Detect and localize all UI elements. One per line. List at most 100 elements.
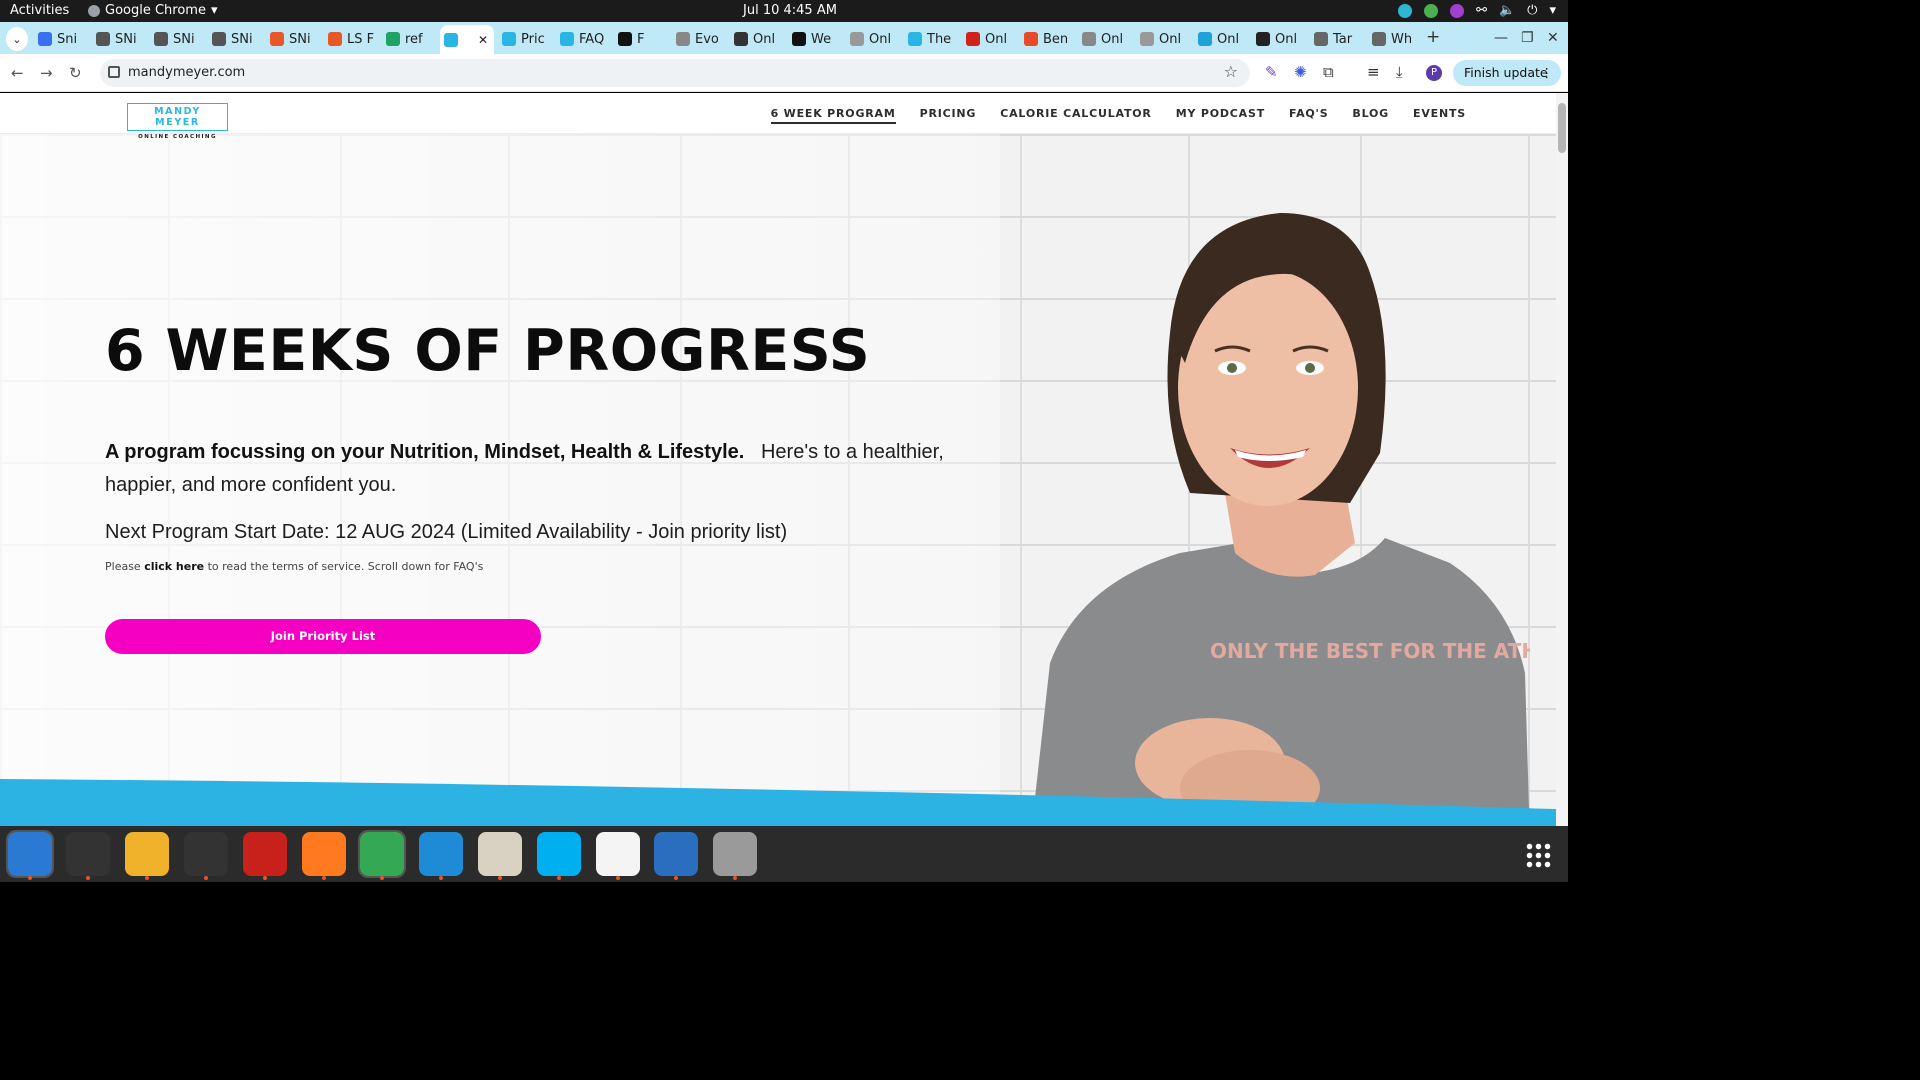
browser-tab[interactable]: SNi	[92, 27, 142, 51]
system-tray[interactable]: ⚯ 🔈 ⏻ ▾	[1398, 3, 1556, 18]
pen-extension-icon[interactable]: ✎	[1265, 63, 1278, 81]
app-menu[interactable]: Google Chrome ▾	[88, 3, 218, 18]
tray-extension-icon[interactable]	[1450, 3, 1465, 18]
browser-tab[interactable]: FAQ	[556, 27, 606, 51]
bookmark-star-icon[interactable]: ☆	[1224, 62, 1238, 81]
join-priority-list-button[interactable]: Join Priority List	[105, 619, 541, 654]
browser-tab[interactable]: Ben	[1020, 27, 1070, 51]
browser-tab[interactable]: Onl	[1252, 27, 1302, 51]
restore-icon[interactable]: ❐	[1521, 30, 1534, 46]
address-bar[interactable]: mandymeyer.com ☆	[100, 59, 1250, 87]
tray-app-icon[interactable]	[1398, 3, 1413, 18]
system-monitor-icon[interactable]	[184, 832, 228, 876]
browser-tab[interactable]: Onl	[1078, 27, 1128, 51]
browser-tab[interactable]: SNi	[150, 27, 200, 51]
more-menu-icon[interactable]: ⋮	[1541, 60, 1554, 86]
browser-tab[interactable]: Onl	[1194, 27, 1244, 51]
network-icon[interactable]: ⚯	[1476, 3, 1487, 18]
browser-tab[interactable]: SNi	[266, 27, 316, 51]
writer-icon[interactable]	[654, 832, 698, 876]
browser-tab[interactable]: Onl	[1136, 27, 1186, 51]
tab-label: Onl	[869, 31, 892, 47]
nav-item[interactable]: MY PODCAST	[1176, 107, 1265, 124]
vscode-icon[interactable]	[419, 832, 463, 876]
files-icon[interactable]	[478, 832, 522, 876]
show-apps-grid-icon[interactable]	[1525, 842, 1551, 868]
volume-icon[interactable]: 🔈	[1499, 3, 1515, 18]
running-indicator	[557, 876, 561, 880]
running-indicator	[674, 876, 678, 880]
browser-tab[interactable]: Onl	[730, 27, 780, 51]
browser-tab[interactable]: Wh	[1368, 27, 1418, 51]
browser-tab[interactable]: Sni	[34, 27, 84, 51]
browser-tab[interactable]: Evo	[672, 27, 722, 51]
tab-label: Tar	[1333, 31, 1353, 47]
browser-tab[interactable]: We	[788, 27, 838, 51]
tab-label: Onl	[1159, 31, 1182, 47]
hero-intro-bold: A program focussing on your Nutrition, M…	[105, 441, 745, 463]
tab-search-button[interactable]: ⌄	[6, 27, 28, 51]
browser-tab[interactable]: Tar	[1310, 27, 1360, 51]
extensions-puzzle-icon[interactable]: ⧉	[1323, 63, 1334, 81]
running-indicator	[439, 876, 443, 880]
chrome-icon[interactable]	[358, 830, 406, 878]
scrollbar-thumb[interactable]	[1558, 103, 1566, 153]
finish-update-button[interactable]: Finish update ⋮	[1453, 60, 1561, 86]
back-icon[interactable]: ←	[11, 64, 24, 82]
power-icon[interactable]: ⏻	[1527, 3, 1537, 18]
browser-tab[interactable]: LS F	[324, 27, 374, 51]
nav-item[interactable]: FAQ'S	[1289, 107, 1328, 124]
terms-link[interactable]: click here	[144, 560, 204, 573]
finish-update-label: Finish update	[1464, 65, 1548, 80]
activities-button[interactable]: Activities	[10, 3, 69, 18]
blue-wave-divider	[0, 779, 1556, 826]
tab-active[interactable]: ✕	[440, 25, 494, 54]
clock[interactable]: Jul 10 4:45 AM	[743, 3, 837, 18]
gear-extension-icon[interactable]: ✺	[1294, 63, 1307, 81]
browser-tab[interactable]: ref	[382, 27, 432, 51]
calculator-icon[interactable]	[125, 832, 169, 876]
skype-icon[interactable]	[537, 832, 581, 876]
browser-tab[interactable]: SNi	[208, 27, 258, 51]
close-tab-icon[interactable]: ✕	[478, 33, 488, 47]
browser-tab[interactable]: Onl	[846, 27, 896, 51]
tab-label: We	[811, 31, 832, 47]
nav-item[interactable]: 6 WEEK PROGRAM	[770, 107, 896, 124]
disk-icon[interactable]	[713, 832, 757, 876]
nav-item[interactable]: CALORIE CALCULATOR	[1000, 107, 1151, 124]
new-tab-button[interactable]: +	[1426, 27, 1440, 47]
terminal-icon[interactable]	[66, 832, 110, 876]
browser-tab[interactable]: Pric	[498, 27, 548, 51]
filezilla-icon[interactable]	[243, 832, 287, 876]
media-queue-icon[interactable]: ≡	[1367, 63, 1380, 81]
reload-icon[interactable]: ↻	[69, 64, 82, 82]
tab-label: Ben	[1043, 31, 1069, 47]
download-icon[interactable]: ⤓	[1396, 63, 1403, 81]
nav-item[interactable]: BLOG	[1352, 107, 1389, 124]
browser-tab[interactable]: The	[904, 27, 954, 51]
running-indicator	[380, 876, 384, 880]
text-editor-icon[interactable]	[596, 832, 640, 876]
firefox-icon[interactable]	[302, 832, 346, 876]
hero-intro: A program focussing on your Nutrition, M…	[105, 436, 945, 502]
page-scrollbar[interactable]	[1556, 93, 1568, 826]
tab-favicon-icon	[270, 32, 284, 46]
nav-item[interactable]: EVENTS	[1413, 107, 1466, 124]
nav-item[interactable]: PRICING	[920, 107, 977, 124]
url-text[interactable]: mandymeyer.com	[128, 65, 245, 80]
dock	[0, 826, 1568, 882]
profile-avatar[interactable]: P	[1426, 65, 1442, 81]
browser-tab[interactable]: F	[614, 27, 664, 51]
close-window-icon[interactable]: ✕	[1547, 30, 1559, 46]
forward-icon[interactable]: →	[40, 64, 53, 82]
chevron-down-icon[interactable]: ▾	[1549, 3, 1556, 18]
minimize-icon[interactable]: —	[1494, 30, 1508, 46]
site-logo[interactable]: MANDY MEYER ONLINE COACHING	[127, 103, 228, 140]
tab-label: Onl	[1217, 31, 1240, 47]
tray-update-icon[interactable]	[1424, 3, 1439, 18]
chevron-down-icon: ⌄	[12, 32, 22, 46]
browser-tab[interactable]: Onl	[962, 27, 1012, 51]
thunderbird-icon[interactable]	[6, 830, 54, 878]
running-indicator	[322, 876, 326, 880]
site-info-icon[interactable]	[108, 66, 120, 78]
